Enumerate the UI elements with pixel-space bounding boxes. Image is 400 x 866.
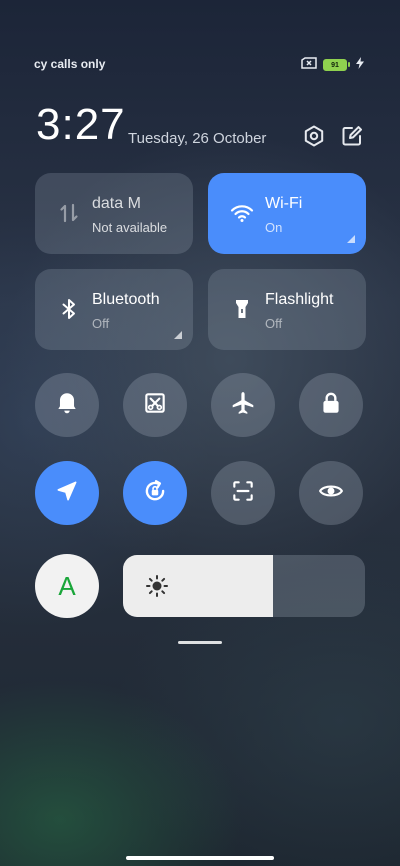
tile-bluetooth-subtitle: Off <box>92 316 110 331</box>
battery-icon: 91 <box>323 59 350 71</box>
tile-mobile-data-subtitle: Not available <box>92 220 168 235</box>
location-icon <box>54 478 80 509</box>
sim-error-icon <box>301 56 317 74</box>
toggle-notification-bell[interactable] <box>35 373 99 437</box>
brightness-slider[interactable] <box>123 555 365 617</box>
toggle-location[interactable] <box>35 461 99 525</box>
wifi-icon <box>230 201 254 225</box>
eye-icon <box>318 478 344 509</box>
tile-wifi-expand-icon[interactable] <box>347 235 355 243</box>
settings-icon[interactable] <box>302 124 326 148</box>
tile-bluetooth[interactable]: Bluetooth Off <box>35 269 193 350</box>
tile-bluetooth-title: Bluetooth <box>92 291 160 308</box>
toggle-lock[interactable] <box>299 373 363 437</box>
notification-bell-icon <box>54 390 80 421</box>
tile-flashlight-title: Flashlight <box>265 291 334 308</box>
tile-mobile-data[interactable]: data M Not available <box>35 173 193 254</box>
tile-flashlight-subtitle: Off <box>265 316 283 331</box>
home-indicator[interactable] <box>126 856 274 860</box>
toggle-airplane-mode[interactable] <box>211 373 275 437</box>
status-icons: 91 <box>301 56 364 74</box>
clock-time: 3:27 <box>36 100 126 149</box>
pull-handle[interactable] <box>178 641 222 644</box>
toggle-screenshot[interactable] <box>123 373 187 437</box>
screenshot-icon <box>142 390 168 421</box>
toggle-reading-mode[interactable] <box>299 461 363 525</box>
auto-rotate-icon <box>142 478 168 509</box>
tile-wifi[interactable]: Wi-Fi On <box>208 173 366 254</box>
font-size-label: A <box>58 570 76 601</box>
tile-flashlight[interactable]: Flashlight Off <box>208 269 366 350</box>
edit-icon[interactable] <box>340 124 364 148</box>
battery-level: 91 <box>331 61 339 69</box>
toggle-scanner[interactable] <box>211 461 275 525</box>
tile-mobile-data-title: data M <box>92 195 141 212</box>
tile-wifi-subtitle: On <box>265 220 283 235</box>
mobile-data-icon <box>57 201 81 225</box>
scanner-icon <box>230 478 256 509</box>
lock-icon <box>318 390 344 421</box>
tile-wifi-title: Wi-Fi <box>265 195 303 212</box>
toggle-auto-rotate[interactable] <box>123 461 187 525</box>
tile-bluetooth-expand-icon[interactable] <box>174 331 182 339</box>
sun-icon <box>145 574 169 598</box>
date-text: Tuesday, 26 October <box>128 130 267 147</box>
flashlight-icon <box>230 297 254 321</box>
status-carrier-text: cy calls only <box>34 57 106 71</box>
charging-icon <box>356 56 364 74</box>
font-size-button[interactable]: A <box>35 554 99 618</box>
airplane-icon <box>230 390 256 421</box>
bluetooth-icon <box>57 297 81 321</box>
